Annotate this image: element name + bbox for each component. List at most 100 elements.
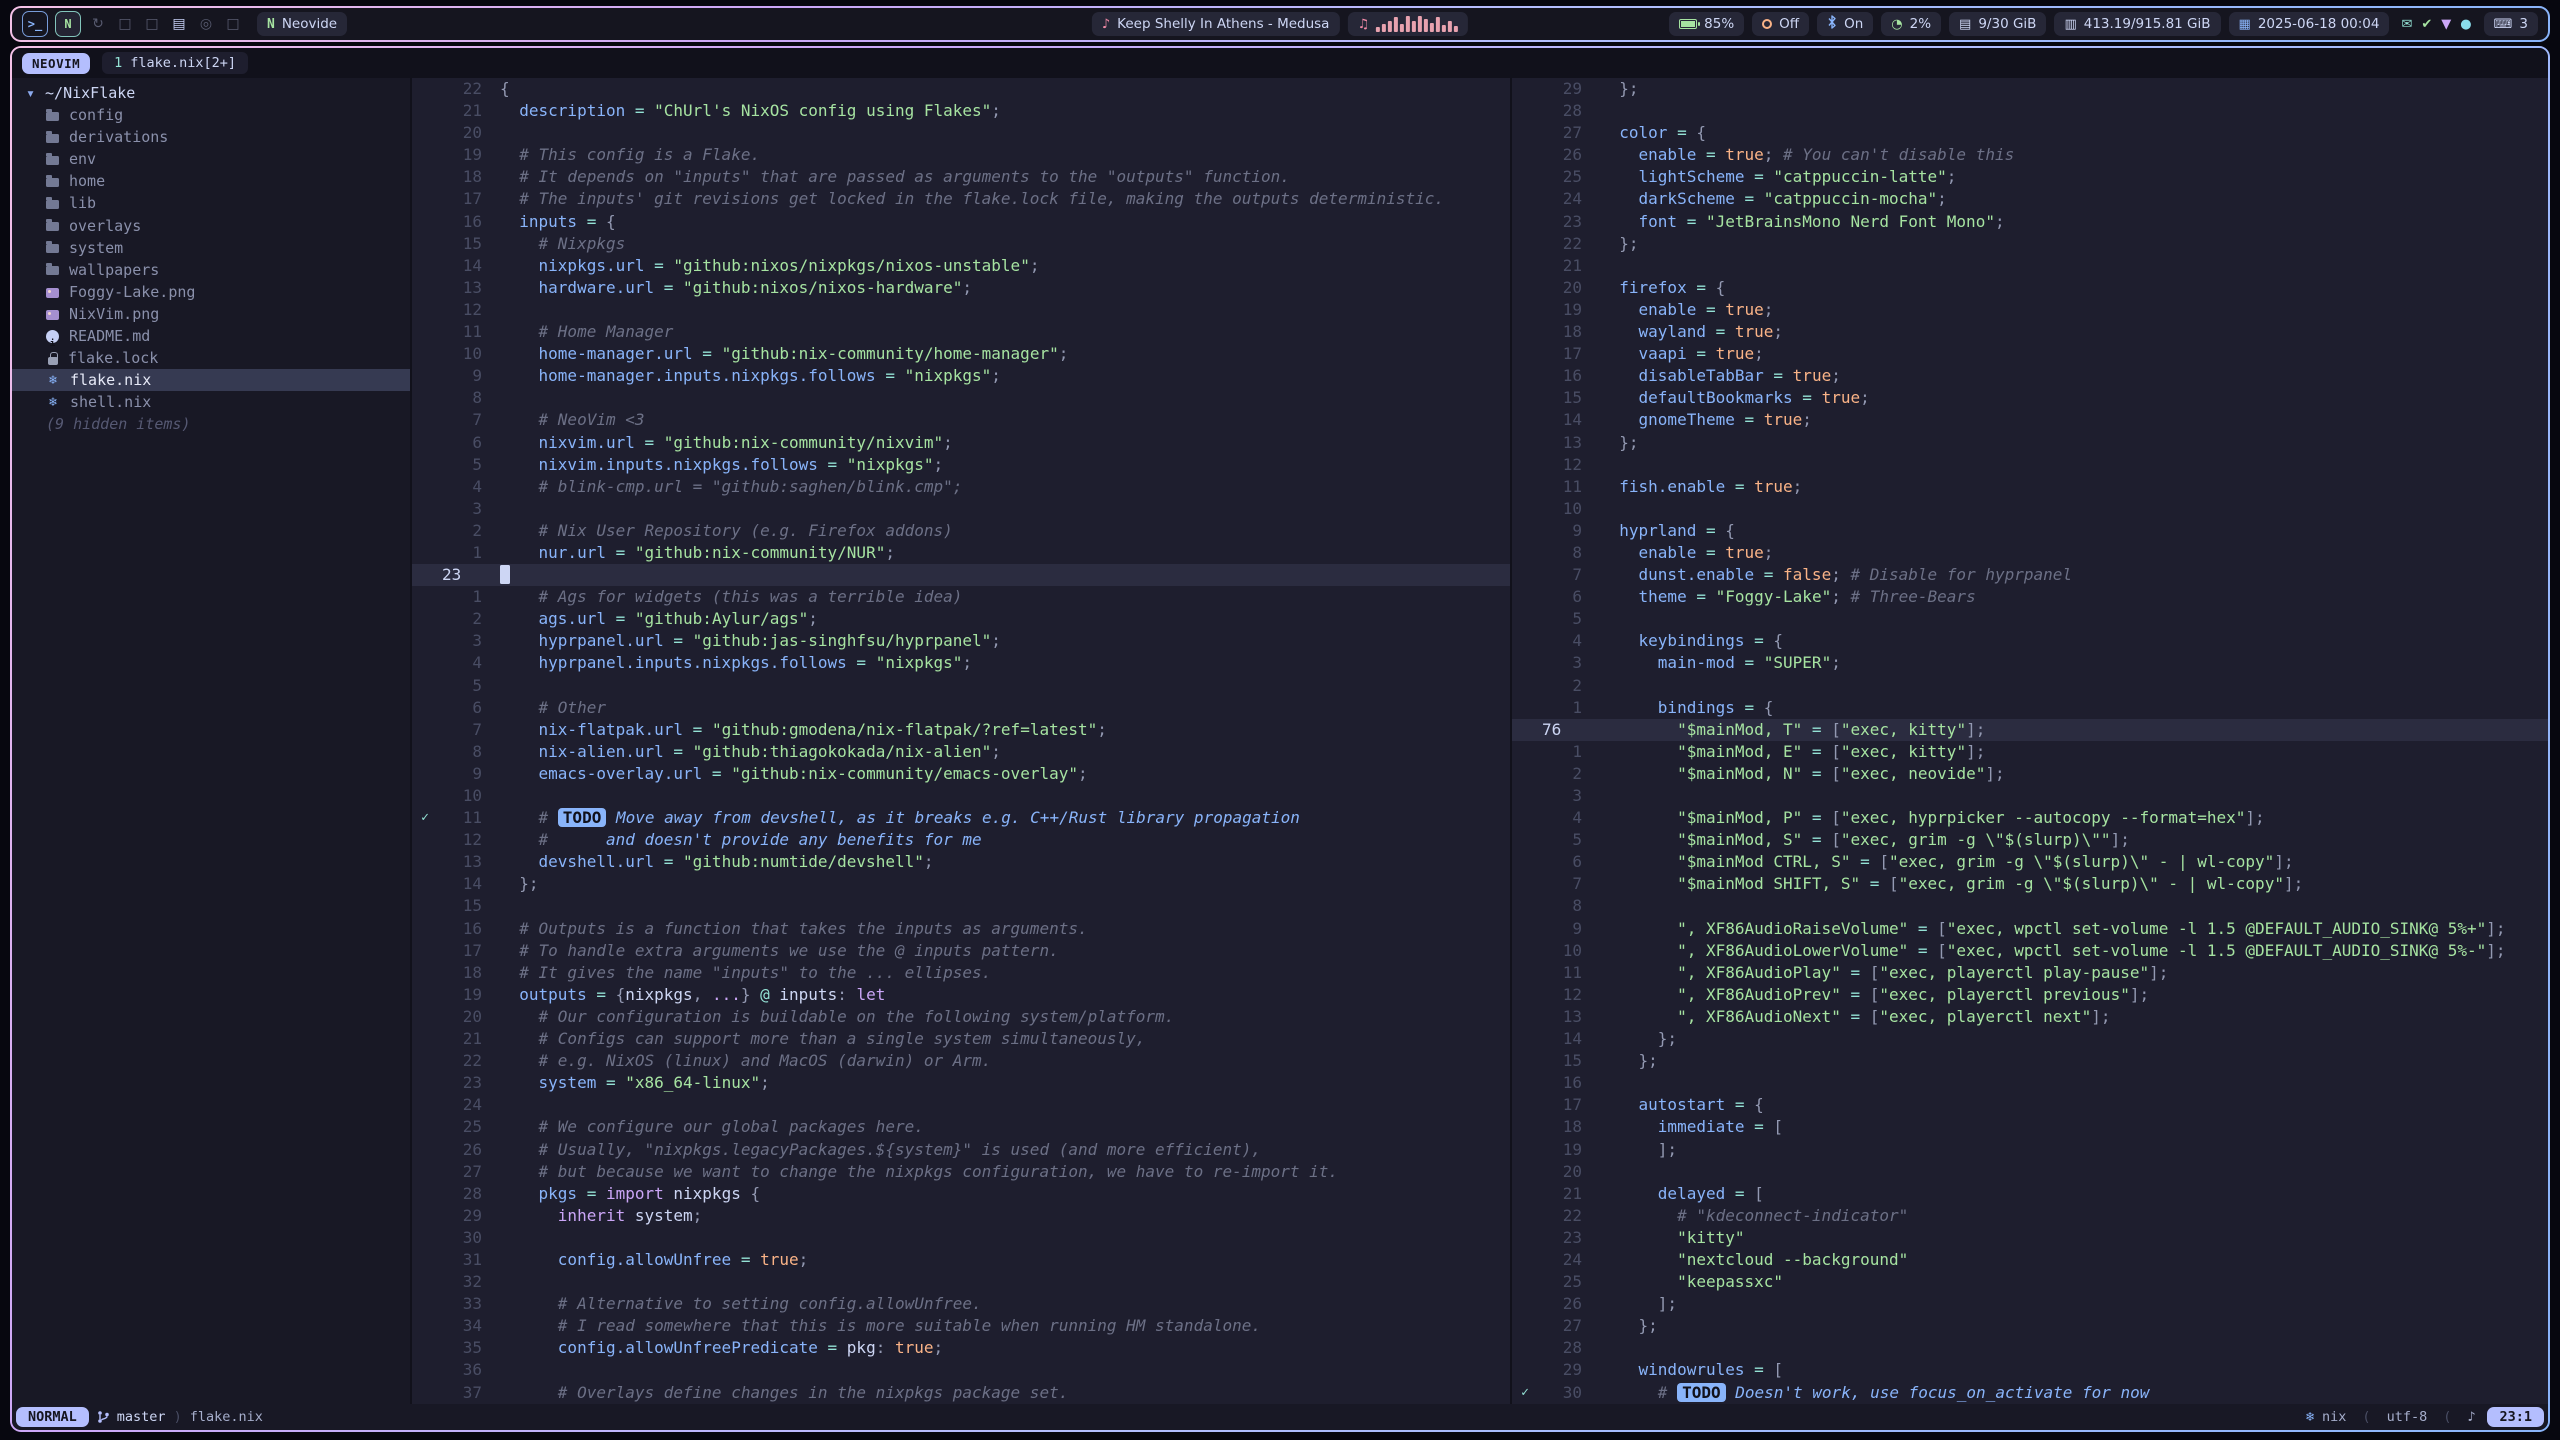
code-line[interactable]: 21 delayed = [ (1512, 1183, 2548, 1205)
file-tree-item[interactable]: wallpapers (12, 259, 410, 281)
code-line[interactable]: 4 hyprpanel.inputs.nixpkgs.follows = "ni… (412, 652, 1510, 674)
clock-module[interactable]: ▦2025-06-18 00:04 (2229, 12, 2390, 36)
code-line[interactable]: 14 gnomeTheme = true; (1512, 409, 2548, 431)
code-line[interactable]: 34 # I read somewhere that this is more … (412, 1315, 1510, 1337)
code-line[interactable]: 20 # Our configuration is buildable on t… (412, 1006, 1510, 1028)
file-tree-item[interactable]: flake.nix (12, 369, 410, 391)
code-line[interactable]: 8 (412, 387, 1510, 409)
code-line[interactable]: 15 (412, 895, 1510, 917)
code-line[interactable]: 4 "$mainMod, P" = ["exec, hyprpicker --a… (1512, 807, 2548, 829)
code-line[interactable]: 76 "$mainMod, T" = ["exec, kitty"]; (1512, 719, 2548, 741)
memory-module[interactable]: ▤9/30 GiB (1949, 12, 2046, 36)
code-line[interactable]: 21 description = "ChUrl's NixOS config u… (412, 100, 1510, 122)
code-line[interactable]: 19 ]; (1512, 1139, 2548, 1161)
file-tree-item[interactable]: overlays (12, 215, 410, 237)
code-line[interactable]: 16 disableTabBar = true; (1512, 365, 2548, 387)
code-line[interactable]: 27 color = { (1512, 122, 2548, 144)
code-line[interactable]: 6 # Other (412, 697, 1510, 719)
code-line[interactable]: 13 devshell.url = "github:numtide/devshe… (412, 851, 1510, 873)
code-line[interactable]: 32 (412, 1271, 1510, 1293)
code-line[interactable]: 24 darkScheme = "catppuccin-mocha"; (1512, 188, 2548, 210)
code-line[interactable]: 22 # "kdeconnect-indicator" (1512, 1205, 2548, 1227)
code-line[interactable]: 18 immediate = [ (1512, 1116, 2548, 1138)
code-line[interactable]: 23 (412, 564, 1510, 586)
code-line[interactable]: 21 # Configs can support more than a sin… (412, 1028, 1510, 1050)
code-line[interactable]: ✓30 # TODO Doesn't work, use focus_on_ac… (1512, 1382, 2548, 1404)
code-line[interactable]: 9 hyprland = { (1512, 520, 2548, 542)
code-line[interactable]: 20 (1512, 1161, 2548, 1183)
code-line[interactable]: 17 # To handle extra arguments we use th… (412, 940, 1510, 962)
git-branch[interactable]: master (97, 1409, 166, 1425)
code-line[interactable]: 33 # Alternative to setting config.allow… (412, 1293, 1510, 1315)
code-line[interactable]: 7 nix-flatpak.url = "github:gmodena/nix-… (412, 719, 1510, 741)
code-line[interactable]: 15 }; (1512, 1050, 2548, 1072)
file-tree-item[interactable]: Foggy-Lake.png (12, 281, 410, 303)
code-line[interactable]: 15 defaultBookmarks = true; (1512, 387, 2548, 409)
file-tree-item[interactable]: env (12, 148, 410, 170)
code-line[interactable]: 10 (412, 785, 1510, 807)
code-line[interactable]: 3 (412, 498, 1510, 520)
file-tree-root[interactable]: ~/NixFlake (12, 82, 410, 104)
disk-module[interactable]: ▥413.19/915.81 GiB (2054, 12, 2220, 36)
code-line[interactable]: 18 # It gives the name "inputs" to the .… (412, 962, 1510, 984)
code-line[interactable]: 3 hyprpanel.url = "github:jas-singhfsu/h… (412, 630, 1510, 652)
code-line[interactable]: 1 bindings = { (1512, 697, 2548, 719)
file-tree-item[interactable]: config (12, 104, 410, 126)
battery-module[interactable]: 85% (1669, 12, 1744, 36)
tray-mail-icon[interactable]: ✉ (2401, 17, 2412, 32)
file-tree-item[interactable]: shell.nix (12, 391, 410, 413)
code-line[interactable]: 10 ", XF86AudioLowerVolume" = ["exec, wp… (1512, 940, 2548, 962)
code-line[interactable]: 16 (1512, 1072, 2548, 1094)
code-line[interactable]: 30 (412, 1227, 1510, 1249)
code-line[interactable]: 10 (1512, 498, 2548, 520)
code-line[interactable]: 22{ (412, 78, 1510, 100)
file-tree-item[interactable]: home (12, 170, 410, 192)
workspace-5-icon[interactable]: □ (142, 16, 162, 32)
code-line[interactable]: 8 enable = true; (1512, 542, 2548, 564)
code-line[interactable]: 13 }; (1512, 432, 2548, 454)
code-line[interactable]: 22 # e.g. NixOS (linux) and MacOS (darwi… (412, 1050, 1510, 1072)
code-line[interactable]: 27 # but because we want to change the n… (412, 1161, 1510, 1183)
code-line[interactable]: 1 nur.url = "github:nix-community/NUR"; (412, 542, 1510, 564)
code-line[interactable]: 13 ", XF86AudioNext" = ["exec, playerctl… (1512, 1006, 2548, 1028)
code-line[interactable]: 16 inputs = { (412, 211, 1510, 233)
code-line[interactable]: 19 # This config is a Flake. (412, 144, 1510, 166)
code-line[interactable]: 22 }; (1512, 233, 2548, 255)
bluetooth-module[interactable]: On (1817, 12, 1873, 36)
file-tree-item[interactable]: README.md (12, 325, 410, 347)
code-line[interactable]: 12 (1512, 454, 2548, 476)
code-line[interactable]: 9 emacs-overlay.url = "github:nix-commun… (412, 763, 1510, 785)
code-line[interactable]: 12 ", XF86AudioPrev" = ["exec, playerctl… (1512, 984, 2548, 1006)
code-line[interactable]: 2 ags.url = "github:Aylur/ags"; (412, 608, 1510, 630)
code-line[interactable]: 2 (1512, 675, 2548, 697)
cpu-module[interactable]: ◔2% (1881, 12, 1941, 36)
code-line[interactable]: 35 config.allowUnfreePredicate = pkg: tr… (412, 1337, 1510, 1359)
editor-pane-right[interactable]: 29 };2827 color = {26 enable = true; # Y… (1510, 78, 2548, 1404)
code-line[interactable]: 18 wayland = true; (1512, 321, 2548, 343)
terminal-icon[interactable]: >_ (22, 11, 48, 37)
code-line[interactable]: 11 fish.enable = true; (1512, 476, 2548, 498)
buffer-tab[interactable]: 1 flake.nix[2+] (102, 52, 248, 74)
code-line[interactable]: 8 (1512, 895, 2548, 917)
code-line[interactable]: 24 "nextcloud --background" (1512, 1249, 2548, 1271)
file-tree-item[interactable]: lib (12, 192, 410, 214)
code-line[interactable]: 26 # Usually, "nixpkgs.legacyPackages.${… (412, 1139, 1510, 1161)
code-line[interactable]: 26 enable = true; # You can't disable th… (1512, 144, 2548, 166)
code-line[interactable]: 21 (1512, 255, 2548, 277)
workspace-4-icon[interactable]: □ (115, 16, 135, 32)
file-tree-item[interactable]: NixVim.png (12, 303, 410, 325)
code-line[interactable]: 24 (412, 1094, 1510, 1116)
code-line[interactable]: 25 "keepassxc" (1512, 1271, 2548, 1293)
code-line[interactable]: 3 (1512, 785, 2548, 807)
tray-check-icon[interactable]: ✔ (2421, 17, 2432, 32)
code-line[interactable]: 7 dunst.enable = false; # Disable for hy… (1512, 564, 2548, 586)
code-line[interactable]: 10 home-manager.url = "github:nix-commun… (412, 343, 1510, 365)
code-line[interactable]: 11 # Home Manager (412, 321, 1510, 343)
code-line[interactable]: 23 "kitty" (1512, 1227, 2548, 1249)
code-line[interactable]: 19 enable = true; (1512, 299, 2548, 321)
workspace-8-icon[interactable]: □ (223, 16, 243, 32)
editor-pane-left[interactable]: 22{21 description = "ChUrl's NixOS confi… (410, 78, 1510, 1404)
refresh-icon[interactable]: ↻ (88, 16, 108, 32)
code-line[interactable]: 37 # Overlays define changes in the nixp… (412, 1382, 1510, 1404)
tray-shield-icon[interactable]: ▼ (2441, 17, 2451, 32)
